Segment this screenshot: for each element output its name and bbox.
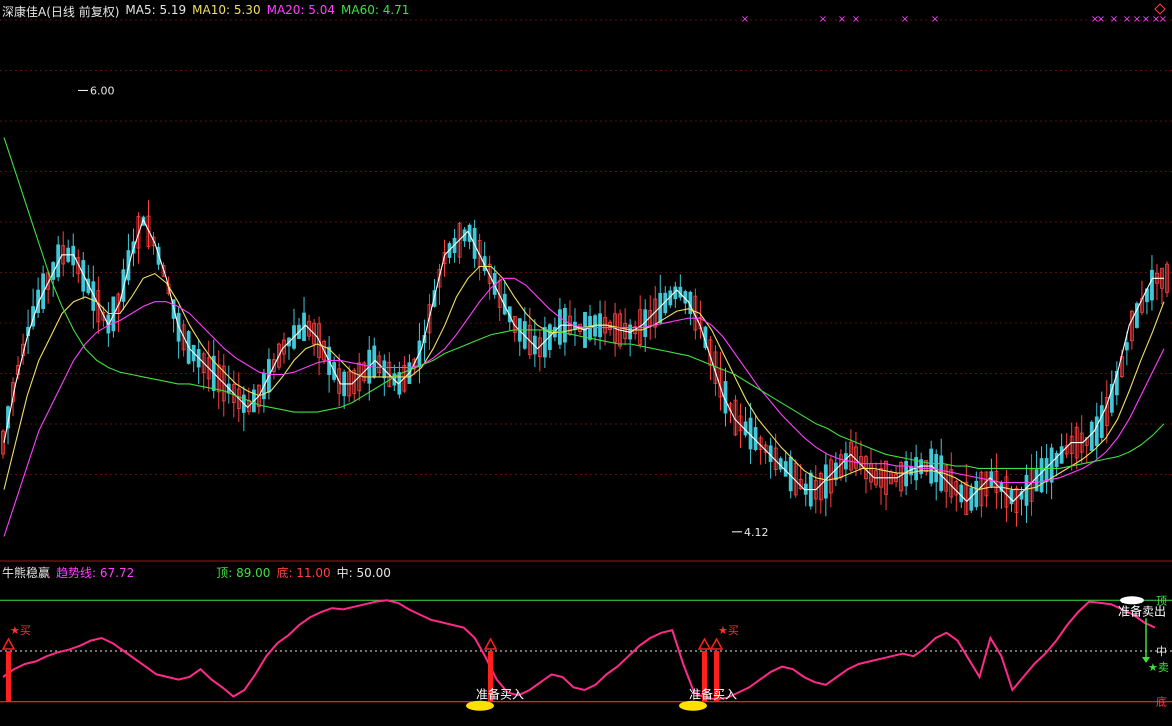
buy-arrow: [697, 637, 712, 650]
signal-x-marker: ×: [1142, 14, 1150, 25]
diamond-marker: [1154, 3, 1166, 15]
price-grid: [0, 19, 1172, 475]
bottom-value: 底: 11.00: [276, 566, 331, 580]
candle-body: [1094, 416, 1099, 447]
high-marker-label: 6.00: [90, 84, 115, 97]
candle-body: [1089, 421, 1094, 451]
prep-buy-base: [679, 700, 707, 711]
candle-body: [1044, 458, 1049, 483]
mid-value: 中: 50.00: [336, 566, 391, 580]
trend-line: [2, 599, 1156, 701]
prep-buy-label: 准备买入: [689, 688, 737, 702]
candle-body: [1124, 342, 1129, 351]
candle-body: [1024, 474, 1029, 506]
signal-x-marker: ×: [1097, 14, 1105, 25]
candle-body: [833, 462, 838, 481]
candles: [1, 200, 1169, 527]
price-header: 深康佳A(日线 前复权) MA5: 5.19 MA10: 5.30 MA20: …: [2, 3, 409, 20]
signal-x-marker: ×: [1110, 14, 1118, 25]
chart-canvas: 6.004.12× × × × × × ×× × × × × ××顶中底★买 ★买准备买入 准备买入准备卖…: [0, 3, 1172, 711]
chart-stage: 6.00 4.12 × × × × × × × × × × × × × × 顶中底 ★买 ★买 准备买入 准备买入 准备卖…: [0, 0, 1172, 726]
candle-body: [1099, 405, 1104, 438]
signal-x-marker: ×: [741, 14, 749, 25]
prep-sell-cap: [1120, 596, 1144, 605]
indicator-title: 牛熊稳赢: [2, 566, 51, 580]
buy-arrow: [483, 637, 498, 650]
trend-value: 趋势线: 67.72: [56, 566, 135, 580]
signal-x-marker: ×: [838, 14, 846, 25]
bottom-label: 底: [1156, 695, 1167, 709]
candle-body: [843, 453, 848, 470]
signal-x-marker: ×: [1123, 14, 1131, 25]
buy-label-2: ★买: [718, 624, 739, 637]
prep-buy-1: 准备买入: [466, 688, 524, 711]
buy-arrow: [1, 637, 16, 650]
top-value: 顶: 89.00: [216, 566, 271, 580]
prep-buy-label: 准备买入: [476, 688, 524, 702]
low-marker-label: 4.12: [744, 526, 769, 539]
candle-body: [934, 453, 939, 483]
ma60-value: MA60: 4.71: [341, 3, 410, 17]
buy-label-1: ★买: [10, 624, 31, 637]
prep-buy-base: [466, 700, 494, 711]
high-marker: 6.00: [78, 84, 115, 97]
signal-x-marker: ×: [931, 14, 939, 25]
candle-body: [969, 487, 974, 511]
prep-buy-2: 准备买入: [679, 688, 737, 711]
low-marker: 4.12: [732, 526, 769, 539]
ma10-value: MA10: 5.30: [192, 3, 261, 17]
signal-x-marker: ×: [1133, 14, 1141, 25]
candle-body: [1059, 446, 1064, 464]
prep-sell-label: 准备卖出: [1118, 604, 1166, 618]
ma10-line: [3, 265, 1165, 491]
candle-body: [974, 480, 979, 508]
mid-label: 中: [1156, 645, 1167, 658]
ma5-line: [3, 218, 1164, 503]
stock-title: 深康佳A(日线 前复权): [2, 5, 120, 19]
ma20-value: MA20: 5.04: [266, 3, 336, 17]
candle-body: [959, 484, 964, 503]
signal-x-marker: ×: [852, 14, 860, 25]
buy-arrow: [709, 637, 724, 650]
buy-bar: [6, 651, 11, 702]
candle-body: [823, 464, 828, 499]
sell-label: ★卖: [1148, 661, 1169, 674]
signal-x-marker: ×: [901, 14, 909, 25]
candle-body: [1054, 452, 1059, 468]
signal-x-marker: ×: [819, 14, 827, 25]
indicator-header: 牛熊稳赢 趋势线: 67.72 顶: 89.00 底: 11.00 中: 50.…: [2, 564, 391, 581]
candle-body: [1039, 458, 1044, 493]
candle-body: [1009, 489, 1014, 505]
signal-x-marker: ×: [1159, 14, 1167, 25]
candle-body: [1150, 269, 1154, 301]
ma5-value: MA5: 5.19: [125, 3, 187, 17]
